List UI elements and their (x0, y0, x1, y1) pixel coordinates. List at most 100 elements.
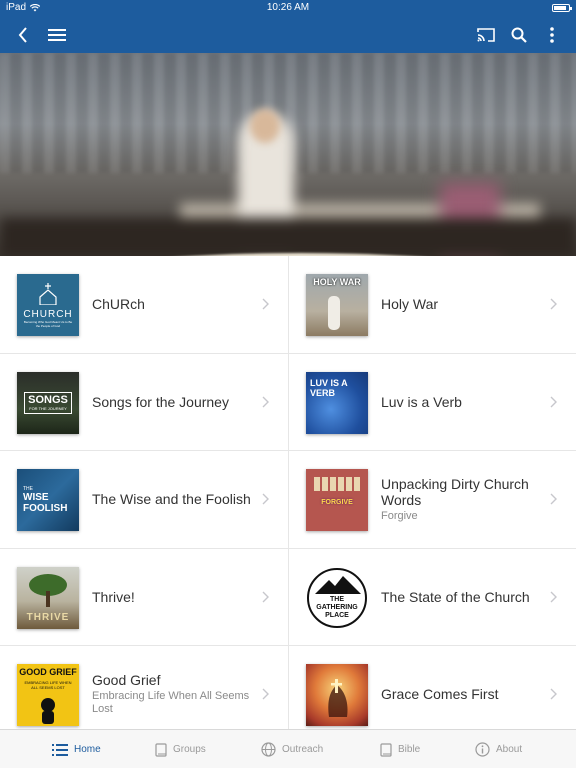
thumb-text: THRIVE (26, 611, 70, 623)
series-subtitle: Forgive (381, 509, 418, 522)
series-item-state-of-church[interactable]: THE GATHERING PLACE The State of the Chu… (288, 548, 576, 646)
series-label: Grace Comes First (381, 646, 546, 729)
search-icon (511, 27, 527, 43)
chevron-right-icon (262, 493, 269, 505)
hero-image (0, 53, 576, 256)
cast-button[interactable] (471, 16, 501, 53)
tab-label: Bible (398, 744, 421, 755)
thumb-text: CHURCH (23, 308, 73, 320)
series-label: The Wise and the Foolish (92, 451, 258, 548)
thumb-subtext: Becoming Who God Meant Us to Be the Peop… (23, 319, 73, 328)
series-label: Songs for the Journey (92, 354, 258, 451)
chevron-right-icon (550, 688, 557, 700)
face-silhouette-icon (328, 679, 348, 717)
series-title: The State of the Church (381, 588, 530, 605)
hero-crowd (0, 218, 576, 256)
series-thumbnail: THE GATHERING PLACE (306, 566, 368, 629)
tree-icon (29, 573, 67, 607)
tab-bar: Home Groups Outreach Bible About (0, 729, 576, 768)
series-item-songs[interactable]: SONGS FOR THE JOURNEY Songs for the Jour… (0, 354, 288, 451)
nav-bar (0, 16, 576, 53)
thumb-subtext: EMBRACING LIFE WHEN ALL SEEMS LOST (24, 680, 72, 690)
more-button[interactable] (537, 16, 567, 53)
series-label: Good Grief Embracing Life When All Seems… (92, 646, 258, 729)
character-silhouette-icon (41, 698, 55, 724)
chevron-right-icon (550, 591, 557, 602)
tab-label: Outreach (282, 744, 324, 755)
series-title: Holy War (381, 296, 439, 313)
gathering-place-logo: THE GATHERING PLACE (307, 567, 367, 628)
tab-label: Home (74, 744, 101, 755)
series-thumbnail: THRIVE (17, 566, 79, 629)
series-item-luv-is-a-verb[interactable]: LUV IS A VERB Luv is a Verb (288, 353, 576, 451)
series-title: ChURch (92, 296, 145, 313)
series-title: Thrive! (92, 588, 135, 605)
series-thumbnail: CHURCH Becoming Who God Meant Us to Be t… (17, 274, 79, 336)
tab-groups[interactable]: Groups (155, 730, 206, 768)
series-item-church[interactable]: CHURCH Becoming Who God Meant Us to Be t… (0, 256, 288, 354)
thumb-text: HOLY WAR (313, 277, 361, 287)
series-title: Grace Comes First (381, 686, 499, 703)
thumb-text: THE GATHERING PLACE (316, 595, 358, 619)
series-subtitle: Embracing Life When All Seems Lost (92, 690, 250, 716)
back-button[interactable] (8, 16, 38, 53)
series-thumbnail: FORGIVE (306, 469, 368, 531)
series-thumbnail: THE WISE FOOLISH (17, 469, 79, 531)
series-item-dirty-church-words[interactable]: FORGIVE Unpacking Dirty Church Words For… (288, 451, 576, 549)
thumb-text: SONGS (28, 393, 68, 406)
series-thumbnail: GOOD GRIEF EMBRACING LIFE WHEN ALL SEEMS… (17, 664, 79, 726)
thumb-text: FORGIVE (321, 499, 353, 506)
thumb-text: GOOD GRIEF (19, 667, 77, 677)
series-label: Holy War (381, 256, 546, 353)
series-thumbnail (306, 664, 368, 726)
wise-foolish-artwork: THE WISE FOOLISH (23, 486, 73, 514)
series-label: The State of the Church (381, 549, 546, 646)
chevron-right-icon (550, 396, 557, 407)
tab-outreach[interactable]: Outreach (261, 730, 323, 768)
series-label: Thrive! (92, 549, 258, 646)
info-icon (475, 742, 490, 757)
series-thumbnail: LUV IS A VERB (306, 371, 368, 434)
hamburger-icon (48, 28, 66, 41)
songs-artwork: SONGS FOR THE JOURNEY (24, 391, 72, 414)
menu-button[interactable] (42, 16, 72, 53)
series-item-good-grief[interactable]: GOOD GRIEF EMBRACING LIFE WHEN ALL SEEMS… (0, 646, 288, 729)
series-item-wise-foolish[interactable]: THE WISE FOOLISH The Wise and the Foolis… (0, 451, 288, 549)
tab-bible[interactable]: Bible (380, 730, 420, 768)
thumb-subtext: FOR THE JOURNEY (29, 405, 67, 411)
tab-label: Groups (173, 744, 206, 755)
thumb-text: LUV IS A VERB (310, 377, 348, 398)
more-vertical-icon (550, 26, 554, 43)
tab-home[interactable]: Home (52, 730, 101, 768)
chevron-right-icon (550, 298, 557, 310)
series-label: Unpacking Dirty Church Words Forgive (381, 451, 546, 548)
holy-war-figure (328, 296, 340, 330)
series-item-thrive[interactable]: THRIVE Thrive! (0, 549, 288, 646)
series-item-holy-war[interactable]: HOLY WAR Holy War (288, 256, 576, 354)
tab-label: About (496, 744, 523, 755)
chevron-right-icon (262, 688, 269, 700)
series-thumbnail: SONGS FOR THE JOURNEY (17, 371, 79, 434)
search-button[interactable] (504, 16, 534, 53)
list-icon (52, 743, 68, 756)
chevron-right-icon (262, 591, 269, 602)
scrabble-tiles (314, 477, 360, 491)
status-bar: iPad 10:26 AM (0, 0, 576, 16)
series-thumbnail: HOLY WAR (306, 274, 368, 336)
series-item-grace-comes-first[interactable]: Grace Comes First (288, 646, 576, 729)
hero-speaker-head (250, 109, 280, 143)
series-title: Unpacking Dirty Church Words (381, 475, 529, 508)
tab-about[interactable]: About (475, 730, 522, 768)
church-artwork: CHURCH Becoming Who God Meant Us to Be t… (23, 282, 73, 328)
mountain-icon (315, 575, 361, 594)
cast-icon (477, 27, 495, 42)
series-label: ChURch (92, 256, 258, 353)
status-time: 10:26 AM (266, 2, 310, 13)
book-icon (155, 742, 167, 757)
series-label: Luv is a Verb (381, 354, 546, 451)
chevron-right-icon (550, 493, 557, 505)
thumb-text: WISE FOOLISH (23, 492, 68, 514)
series-grid: CHURCH Becoming Who God Meant Us to Be t… (0, 256, 576, 729)
battery-icon (552, 4, 572, 12)
series-title: Luv is a Verb (381, 393, 462, 410)
